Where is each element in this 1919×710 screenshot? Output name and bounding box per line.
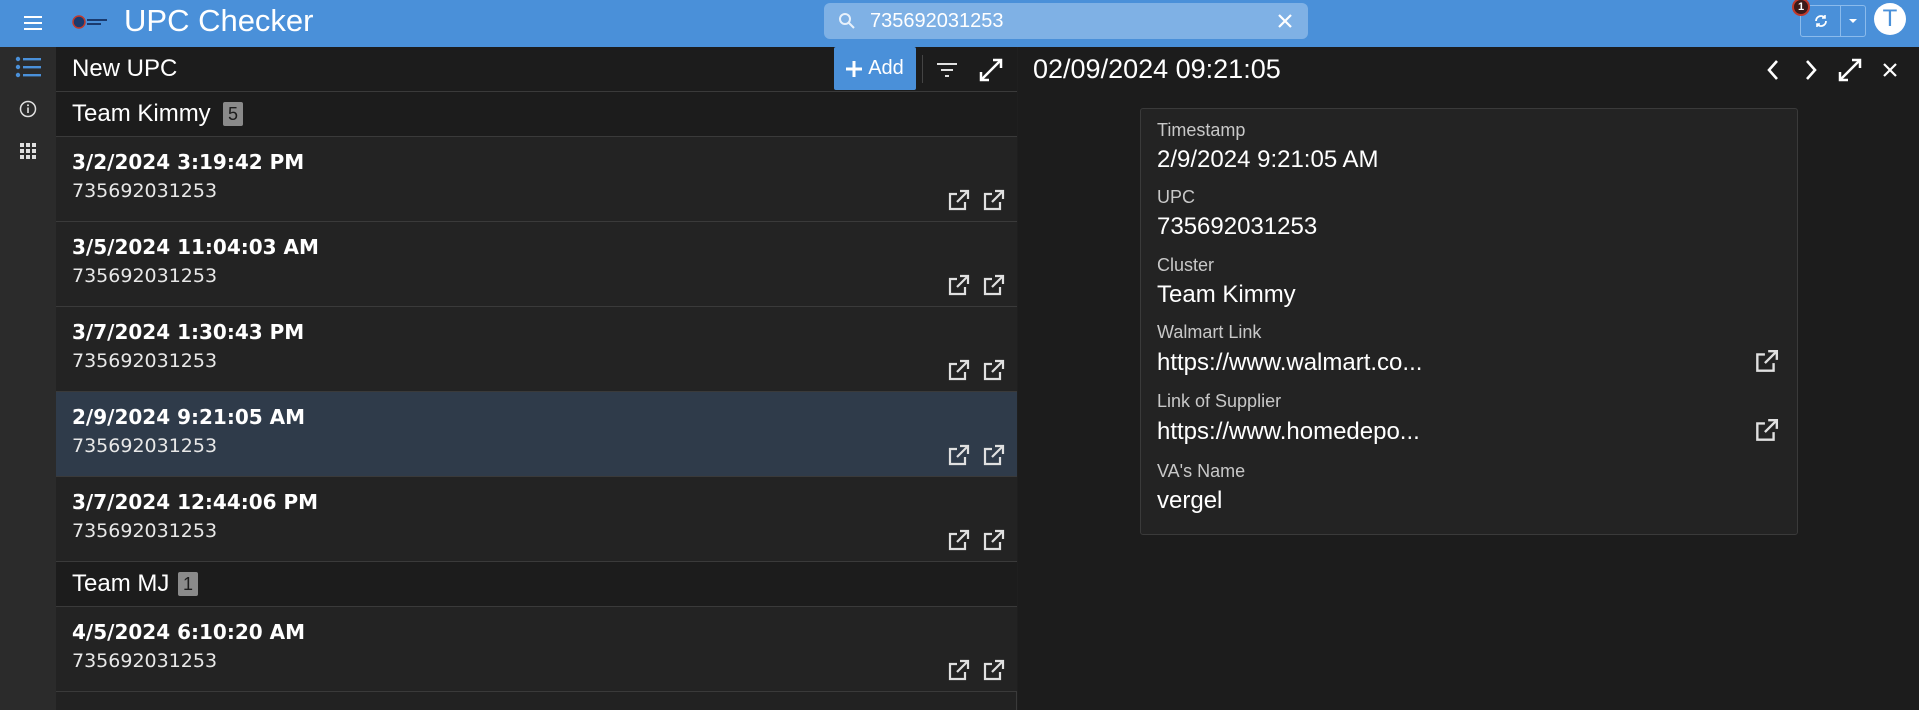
avatar[interactable]: T (1874, 3, 1906, 35)
group-header-team-mj[interactable]: Team MJ 1 (56, 562, 1017, 607)
chevron-down-icon[interactable] (1841, 6, 1865, 36)
divider (922, 55, 923, 83)
item-upc: 735692031253 (72, 520, 218, 542)
previous-chevron-icon[interactable] (1759, 56, 1787, 84)
add-button-label: Add (868, 57, 904, 79)
timestamp-value: 2/9/2024 9:21:05 AM (1157, 146, 1379, 173)
app-logo (71, 11, 111, 33)
open-walmart-link-icon[interactable] (1751, 347, 1781, 377)
supplier-link-label: Link of Supplier (1157, 391, 1282, 411)
item-date: 3/7/2024 1:30:43 PM (72, 320, 305, 344)
group-header-team-kimmy[interactable]: Team Kimmy 5 (56, 92, 1017, 137)
apps-grid-icon[interactable] (14, 137, 42, 165)
sync-split-button (1800, 5, 1866, 37)
open-walmart-link-icon[interactable] (944, 272, 972, 300)
search-box (824, 3, 1308, 39)
list-view-icon[interactable] (14, 53, 42, 81)
item-date: 3/7/2024 12:44:06 PM (72, 490, 319, 514)
search-input[interactable] (870, 7, 1250, 35)
hamburger-menu-icon[interactable] (20, 10, 46, 36)
detail-title: 02/09/2024 09:21:05 (1033, 54, 1281, 84)
open-supplier-link-icon[interactable] (979, 357, 1007, 385)
upc-label: UPC (1157, 187, 1196, 207)
open-walmart-link-icon[interactable] (944, 187, 972, 215)
item-upc: 735692031253 (72, 435, 218, 457)
filter-icon[interactable] (934, 57, 960, 83)
item-upc: 735692031253 (72, 180, 218, 202)
detail-card: Timestamp 2/9/2024 9:21:05 AM UPC 735692… (1140, 108, 1798, 535)
plus-icon (846, 60, 863, 77)
upc-value: 735692031253 (1157, 213, 1318, 240)
open-walmart-link-icon[interactable] (944, 357, 972, 385)
app-title: UPC Checker (124, 3, 314, 38)
cluster-label: Cluster (1157, 255, 1215, 275)
open-supplier-link-icon[interactable] (979, 187, 1007, 215)
item-date: 3/2/2024 3:19:42 PM (72, 150, 305, 174)
list-pane: New UPC Add Team Kimmy 5 3/2/2024 3:19:4… (56, 47, 1017, 710)
left-rail (0, 47, 56, 710)
open-supplier-link-icon[interactable] (1751, 416, 1781, 446)
va-name-value: vergel (1157, 487, 1223, 514)
item-date: 4/5/2024 6:10:20 AM (72, 620, 305, 644)
item-date: 2/9/2024 9:21:05 AM (72, 405, 305, 429)
item-date: 3/5/2024 11:04:03 AM (72, 235, 319, 259)
item-upc: 735692031253 (72, 650, 218, 672)
open-supplier-link-icon[interactable] (979, 442, 1007, 470)
cluster-value: Team Kimmy (1157, 281, 1296, 308)
open-supplier-link-icon[interactable] (979, 657, 1007, 685)
add-button[interactable]: Add (834, 47, 916, 90)
info-icon[interactable] (14, 95, 42, 123)
search-icon (838, 12, 856, 30)
item-upc: 735692031253 (72, 265, 218, 287)
group-count-badge: 5 (223, 102, 243, 126)
next-chevron-icon[interactable] (1797, 56, 1825, 84)
open-walmart-link-icon[interactable] (944, 442, 972, 470)
list-header: New UPC Add (56, 47, 1017, 92)
group-count-badge: 1 (178, 572, 198, 596)
supplier-link-value[interactable]: https://www.homedepo... (1157, 418, 1420, 446)
clear-search-icon[interactable] (1276, 12, 1294, 30)
timestamp-label: Timestamp (1157, 120, 1246, 140)
list-item[interactable]: 3/7/2024 1:30:43 PM 735692031253 (56, 307, 1017, 392)
open-walmart-link-icon[interactable] (944, 527, 972, 555)
detail-pane: 02/09/2024 09:21:05 Timestamp 2/9/2024 9… (1018, 47, 1919, 710)
expand-icon[interactable] (976, 55, 1006, 85)
va-name-label: VA's Name (1157, 461, 1246, 481)
group-name: Team Kimmy (72, 100, 211, 127)
walmart-link-value[interactable]: https://www.walmart.co... (1157, 349, 1422, 377)
list-item[interactable]: 4/5/2024 6:10:20 AM 735692031253 (56, 607, 1017, 692)
open-walmart-link-icon[interactable] (944, 657, 972, 685)
list-item[interactable]: 3/2/2024 3:19:42 PM 735692031253 (56, 137, 1017, 222)
open-supplier-link-icon[interactable] (979, 272, 1007, 300)
close-icon[interactable] (1876, 56, 1904, 84)
list-title: New UPC (72, 55, 178, 82)
open-supplier-link-icon[interactable] (979, 527, 1007, 555)
top-bar: UPC Checker 1 T (0, 0, 1919, 47)
list-item[interactable]: 3/7/2024 12:44:06 PM 735692031253 (56, 477, 1017, 562)
walmart-link-label: Walmart Link (1157, 322, 1262, 342)
list-item[interactable]: 3/5/2024 11:04:03 AM 735692031253 (56, 222, 1017, 307)
list-item-selected[interactable]: 2/9/2024 9:21:05 AM 735692031253 (56, 392, 1017, 477)
group-name: Team MJ (72, 570, 170, 597)
item-upc: 735692031253 (72, 350, 218, 372)
expand-detail-icon[interactable] (1836, 56, 1864, 84)
